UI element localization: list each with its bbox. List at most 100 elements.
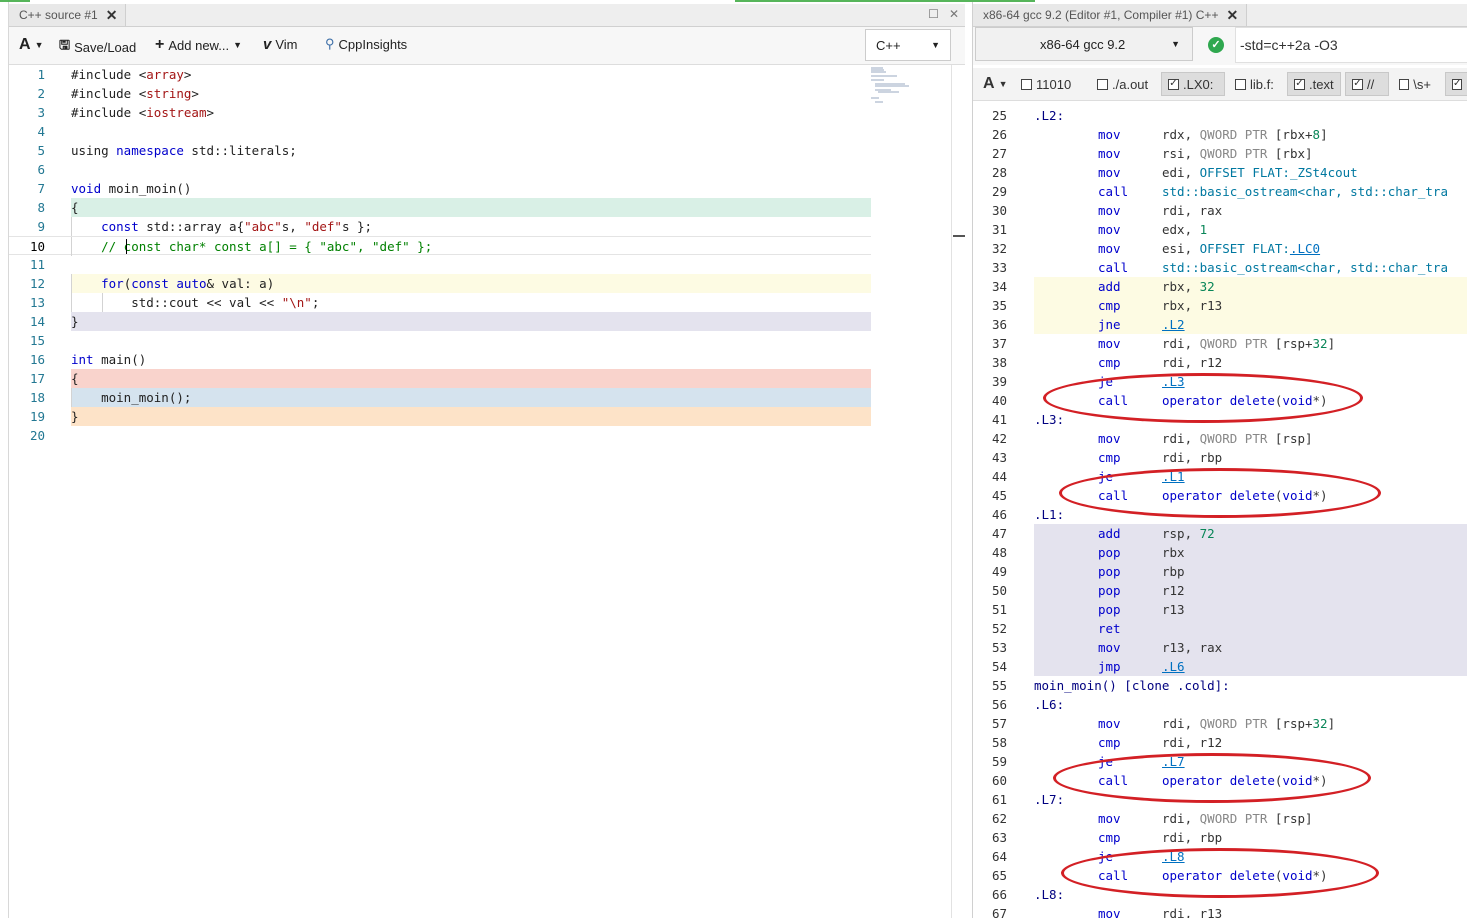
- code-line[interactable]: 12 for(const auto& val: a): [9, 274, 871, 293]
- asm-line[interactable]: 66 .L8:: [973, 885, 1467, 904]
- asm-line[interactable]: 45 call operator delete(void*): [973, 486, 1467, 505]
- code-line[interactable]: 15: [9, 331, 871, 350]
- asm-line[interactable]: 29 call std::basic_ostream<char, std::char…: [973, 182, 1467, 201]
- asm-line[interactable]: 41 .L3:: [973, 410, 1467, 429]
- asm-line[interactable]: 40 call operator delete(void*): [973, 391, 1467, 410]
- tab-compiler[interactable]: x86-64 gcc 9.2 (Editor #1, Compiler #1) …: [973, 4, 1248, 26]
- close-icon[interactable]: ✕: [106, 8, 118, 22]
- filter-toggle[interactable]: ✓ .text: [1287, 72, 1341, 96]
- asm-line[interactable]: 36 jne .L2: [973, 315, 1467, 334]
- editor-scrollbar[interactable]: [951, 65, 966, 918]
- asm-line[interactable]: 34 add rbx, 32: [973, 277, 1467, 296]
- tab-cpp-source[interactable]: C++ source #1 ✕: [9, 4, 127, 26]
- asm-line[interactable]: 35 cmp rbx, r13: [973, 296, 1467, 315]
- code-line[interactable]: 9 const std::array a{"abc"s, "def"s };: [9, 217, 871, 236]
- maximize-icon[interactable]: ☐: [928, 7, 939, 21]
- asm-line[interactable]: 55 moin_moin() [clone .cold]:: [973, 676, 1467, 695]
- font-size-button[interactable]: A ▼: [19, 36, 43, 54]
- asm-line[interactable]: 28 mov edi, OFFSET FLAT:_ZSt4cout: [973, 163, 1467, 182]
- asm-line[interactable]: 33 call std::basic_ostream<char, std::char…: [973, 258, 1467, 277]
- asm-line[interactable]: 48 pop rbx: [973, 543, 1467, 562]
- asm-line[interactable]: 62 mov rdi, QWORD PTR [rsp]: [973, 809, 1467, 828]
- asm-operands[interactable]: .L2: [1162, 315, 1185, 334]
- assembly-output[interactable]: 25 .L2: 26 mov rdx, QWORD PTR [rbx+8] 27 mov rs…: [973, 101, 1467, 918]
- asm-line[interactable]: 49 pop rbp: [973, 562, 1467, 581]
- language-select[interactable]: C++ ▼: [865, 29, 951, 61]
- code-line[interactable]: 4: [9, 122, 871, 141]
- asm-operands[interactable]: .L6: [1162, 657, 1185, 676]
- code-line[interactable]: 8{: [9, 198, 871, 217]
- asm-line[interactable]: 43 cmp rdi, rbp: [973, 448, 1467, 467]
- code-line[interactable]: 18 moin_moin();: [9, 388, 871, 407]
- code-line[interactable]: 14}: [9, 312, 871, 331]
- asm-line[interactable]: 59 je .L7: [973, 752, 1467, 771]
- asm-line[interactable]: 32 mov esi, OFFSET FLAT:.LC0: [973, 239, 1467, 258]
- asm-operands[interactable]: .L8: [1162, 847, 1185, 866]
- code-line[interactable]: 5 using namespace std::literals;: [9, 141, 871, 160]
- code-line[interactable]: 3 #include <iostream>: [9, 103, 871, 122]
- asm-line[interactable]: 37 mov rdi, QWORD PTR [rsp+32]: [973, 334, 1467, 353]
- asm-line[interactable]: 51 pop r13: [973, 600, 1467, 619]
- asm-line[interactable]: 63 cmp rdi, rbp: [973, 828, 1467, 847]
- code-editor[interactable]: 1 #include <array> 2 #include <string> 3 #inc…: [9, 65, 951, 918]
- asm-operands[interactable]: .L3: [1162, 372, 1185, 391]
- vim-label: Vim: [275, 37, 298, 52]
- asm-line[interactable]: 60 call operator delete(void*): [973, 771, 1467, 790]
- filter-toggle[interactable]: \s+: [1393, 72, 1437, 96]
- asm-line[interactable]: 64 je .L8: [973, 847, 1467, 866]
- asm-line[interactable]: 53 mov r13, rax: [973, 638, 1467, 657]
- asm-line[interactable]: 58 cmp rdi, r12: [973, 733, 1467, 752]
- asm-line[interactable]: 25 .L2:: [973, 106, 1467, 125]
- code-line[interactable]: 16 int main(): [9, 350, 871, 369]
- asm-line[interactable]: 47 add rsp, 72: [973, 524, 1467, 543]
- asm-line[interactable]: 39 je .L3: [973, 372, 1467, 391]
- asm-line[interactable]: 31 mov edx, 1: [973, 220, 1467, 239]
- asm-operands[interactable]: .L7: [1162, 752, 1185, 771]
- asm-line[interactable]: 54 jmp .L6: [973, 657, 1467, 676]
- asm-line[interactable]: 57 mov rdi, QWORD PTR [rsp+32]: [973, 714, 1467, 733]
- code-line[interactable]: 6: [9, 160, 871, 179]
- filter-toggle[interactable]: lib.f:: [1229, 72, 1283, 96]
- code-line[interactable]: 17 {: [9, 369, 871, 388]
- asm-line[interactable]: 38 cmp rdi, r12: [973, 353, 1467, 372]
- asm-line[interactable]: 52 ret: [973, 619, 1467, 638]
- save-load-button[interactable]: 🖫 Save/Load: [59, 36, 136, 58]
- scrollbar-thumb[interactable]: [953, 235, 965, 237]
- filter-toggle[interactable]: ✓ //: [1345, 72, 1389, 96]
- compiler-select[interactable]: x86-64 gcc 9.2 ▼: [975, 27, 1193, 61]
- code-line[interactable]: 10 // const char* const a[] = { "abc", "…: [9, 236, 871, 256]
- add-new-button[interactable]: + Add new... ▼: [155, 36, 242, 54]
- asm-line[interactable]: 50 pop r12: [973, 581, 1467, 600]
- code-minimap[interactable]: [869, 66, 929, 106]
- asm-line[interactable]: 27 mov rsi, QWORD PTR [rbx]: [973, 144, 1467, 163]
- asm-line[interactable]: 67 mov rdi, r13: [973, 904, 1467, 918]
- code-line[interactable]: 1 #include <array>: [9, 65, 871, 84]
- asm-operands[interactable]: .L1: [1162, 467, 1185, 486]
- filter-toggle[interactable]: ✓ .LX0:: [1161, 72, 1225, 96]
- asm-line[interactable]: 65 call operator delete(void*): [973, 866, 1467, 885]
- asm-line[interactable]: 42 mov rdi, QWORD PTR [rsp]: [973, 429, 1467, 448]
- code-line[interactable]: 20: [9, 426, 871, 445]
- compiler-flags-input[interactable]: -std=c++2a -O3: [1235, 27, 1467, 63]
- vim-button[interactable]: v Vim: [263, 36, 298, 53]
- code-line[interactable]: 19}: [9, 407, 871, 426]
- code-line[interactable]: 13 std::cout << val << "\n";: [9, 293, 871, 312]
- filter-toggle[interactable]: 11010: [1015, 72, 1085, 96]
- asm-line[interactable]: 61 .L7:: [973, 790, 1467, 809]
- close-pane-icon[interactable]: ✕: [949, 7, 959, 21]
- code-line[interactable]: 7 void moin_moin(): [9, 179, 871, 198]
- asm-line[interactable]: 46 .L1:: [973, 505, 1467, 524]
- asm-line[interactable]: 44 je .L1: [973, 467, 1467, 486]
- filter-toggle[interactable]: ./a.out: [1091, 72, 1155, 96]
- code-line[interactable]: 2 #include <string>: [9, 84, 871, 103]
- asm-line[interactable]: 56 .L6:: [973, 695, 1467, 714]
- filter-toggle[interactable]: ✓: [1445, 72, 1467, 96]
- line-number: 10: [29, 239, 45, 254]
- asm-line[interactable]: 30 mov rdi, rax: [973, 201, 1467, 220]
- font-size-button[interactable]: A ▼: [977, 72, 1013, 96]
- compile-status-button[interactable]: ✓: [1201, 31, 1231, 59]
- cppinsights-button[interactable]: ⚲ CppInsights: [325, 36, 407, 52]
- code-line[interactable]: 11: [9, 255, 871, 274]
- close-icon[interactable]: ✕: [1226, 8, 1238, 22]
- asm-line[interactable]: 26 mov rdx, QWORD PTR [rbx+8]: [973, 125, 1467, 144]
